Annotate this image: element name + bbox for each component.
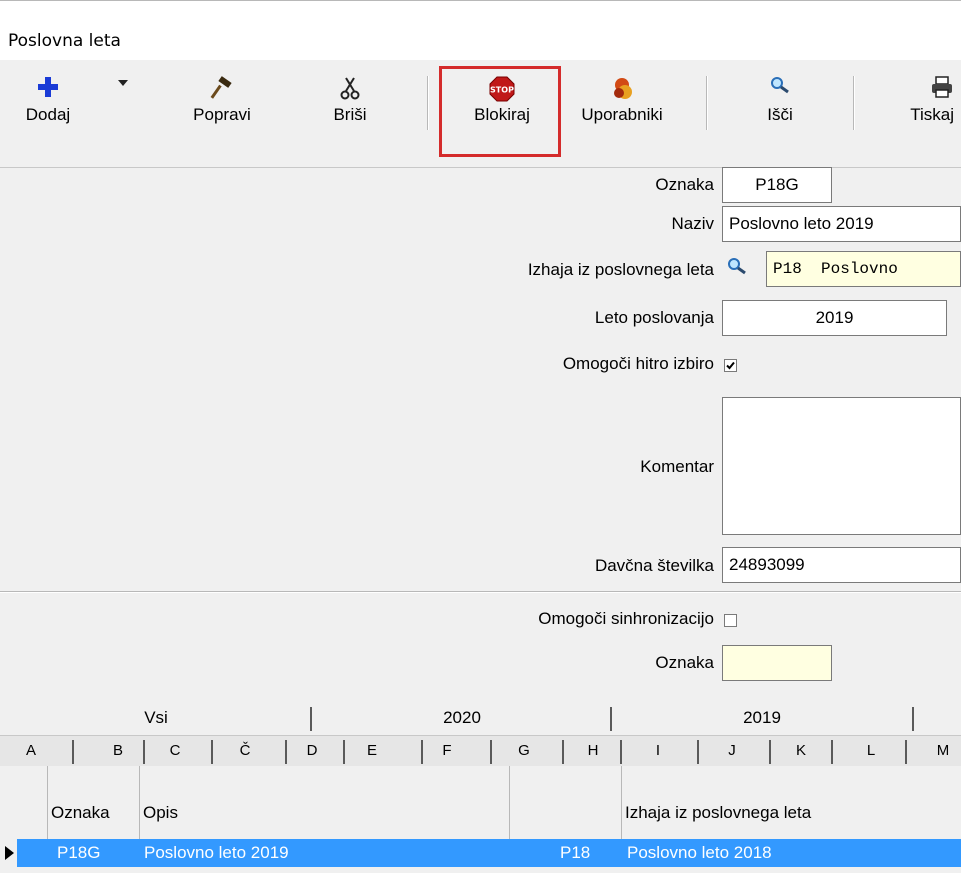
code-field[interactable]: P18G bbox=[722, 167, 832, 203]
tab-2020[interactable]: 2020 bbox=[312, 705, 612, 735]
print-button[interactable]: Tiskaj bbox=[890, 60, 960, 160]
users-icon bbox=[562, 76, 682, 102]
letter-m[interactable]: M bbox=[928, 736, 958, 766]
letter-separator bbox=[211, 740, 213, 764]
letter-separator bbox=[905, 740, 907, 764]
sync-checkbox[interactable] bbox=[724, 614, 737, 627]
column-header-description[interactable]: Opis bbox=[140, 766, 510, 839]
hammer-icon bbox=[182, 76, 262, 102]
quick-select-checkbox[interactable] bbox=[724, 359, 737, 372]
column-header-code[interactable]: Oznaka bbox=[48, 766, 140, 839]
add-dropdown-arrow[interactable] bbox=[117, 75, 129, 91]
column-header-label: Oznaka bbox=[51, 803, 110, 822]
window-header: Poslovna leta bbox=[0, 0, 961, 61]
delete-button[interactable]: Briši bbox=[320, 60, 380, 160]
window-title: Poslovna leta bbox=[8, 31, 121, 51]
letter-g[interactable]: G bbox=[509, 736, 539, 766]
letter-j[interactable]: J bbox=[717, 736, 747, 766]
tab-2019[interactable]: 2019 bbox=[612, 705, 912, 735]
column-header-label: Izhaja iz poslovnega leta bbox=[625, 803, 812, 822]
source-year-lookup-icon[interactable] bbox=[727, 257, 747, 282]
letter-separator bbox=[562, 740, 564, 764]
add-button[interactable]: Dodaj bbox=[18, 60, 78, 160]
tax-number-field[interactable]: 24893099 bbox=[722, 547, 961, 583]
letter-separator bbox=[490, 740, 492, 764]
column-header-source-code[interactable] bbox=[510, 766, 622, 839]
data-grid: Oznaka Opis Izhaja iz poslovnega leta P1… bbox=[0, 766, 961, 873]
tab-separator bbox=[912, 707, 914, 731]
letter-separator bbox=[620, 740, 622, 764]
cell-description: Poslovno leto 2019 bbox=[144, 843, 289, 862]
letter-separator bbox=[285, 740, 287, 764]
sync-label: Omogoči sinhronizacijo bbox=[538, 609, 714, 628]
toolbar-separator bbox=[427, 76, 429, 130]
row-indicator-header bbox=[0, 766, 48, 839]
name-label: Naziv bbox=[671, 214, 714, 233]
letter-filter-bar: A B C Č D E F G H I J K L M bbox=[0, 735, 961, 766]
letter-separator bbox=[343, 740, 345, 764]
business-year-field[interactable]: 2019 bbox=[722, 300, 947, 336]
column-header-source-year[interactable]: Izhaja iz poslovnega leta bbox=[622, 766, 961, 839]
toolbar-separator bbox=[853, 76, 855, 130]
year-tabs: Vsi 2020 2019 bbox=[0, 705, 961, 735]
detail-form: Oznaka P18G Naziv Poslovno leto 2019 Izh… bbox=[0, 167, 961, 687]
letter-separator bbox=[831, 740, 833, 764]
edit-button[interactable]: Popravi bbox=[182, 60, 262, 160]
letter-b[interactable]: B bbox=[103, 736, 133, 766]
source-year-field[interactable]: P18 Poslovno bbox=[766, 251, 961, 287]
plus-icon bbox=[18, 76, 78, 102]
letter-separator bbox=[72, 740, 74, 764]
source-year-label: Izhaja iz poslovnega leta bbox=[527, 260, 714, 279]
letter-f[interactable]: F bbox=[432, 736, 462, 766]
sync-code-label: Oznaka bbox=[655, 653, 714, 672]
cell-code: P18G bbox=[57, 843, 101, 862]
sync-code-field[interactable] bbox=[722, 645, 832, 681]
letter-a[interactable]: A bbox=[16, 736, 46, 766]
letter-separator bbox=[697, 740, 699, 764]
tab-all[interactable]: Vsi bbox=[0, 705, 312, 735]
name-field[interactable]: Poslovno leto 2019 bbox=[722, 206, 961, 242]
code-label: Oznaka bbox=[655, 175, 714, 194]
letter-i[interactable]: I bbox=[643, 736, 673, 766]
magnifier-icon bbox=[740, 76, 820, 102]
cell-source-code: P18 bbox=[560, 843, 591, 862]
letter-d[interactable]: D bbox=[297, 736, 327, 766]
comment-textarea[interactable] bbox=[722, 397, 961, 535]
letter-separator bbox=[769, 740, 771, 764]
letter-separator bbox=[421, 740, 423, 764]
tax-number-label: Davčna številka bbox=[594, 556, 714, 575]
letter-separator bbox=[143, 740, 145, 764]
users-button[interactable]: Uporabniki bbox=[562, 60, 682, 160]
selected-row-highlight: P18G Poslovno leto 2019 P18 Poslovno let… bbox=[17, 839, 961, 867]
block-button-highlight bbox=[439, 66, 561, 157]
letter-c-caron[interactable]: Č bbox=[230, 736, 260, 766]
letter-c[interactable]: C bbox=[160, 736, 190, 766]
scissors-icon bbox=[320, 76, 380, 102]
search-button[interactable]: Išči bbox=[740, 60, 820, 160]
printer-icon bbox=[890, 76, 960, 102]
quick-select-label: Omogoči hitro izbiro bbox=[562, 354, 714, 373]
letter-k[interactable]: K bbox=[786, 736, 816, 766]
letter-h[interactable]: H bbox=[578, 736, 608, 766]
business-year-label: Leto poslovanja bbox=[594, 308, 714, 327]
form-divider bbox=[0, 591, 961, 593]
cell-source-year: Poslovno leto 2018 bbox=[627, 843, 772, 862]
comment-label: Komentar bbox=[640, 457, 714, 476]
toolbar-separator bbox=[706, 76, 708, 130]
letter-e[interactable]: E bbox=[357, 736, 387, 766]
column-header-label: Opis bbox=[143, 803, 178, 822]
letter-l[interactable]: L bbox=[856, 736, 886, 766]
table-row[interactable]: P18G Poslovno leto 2019 P18 Poslovno let… bbox=[0, 839, 961, 867]
